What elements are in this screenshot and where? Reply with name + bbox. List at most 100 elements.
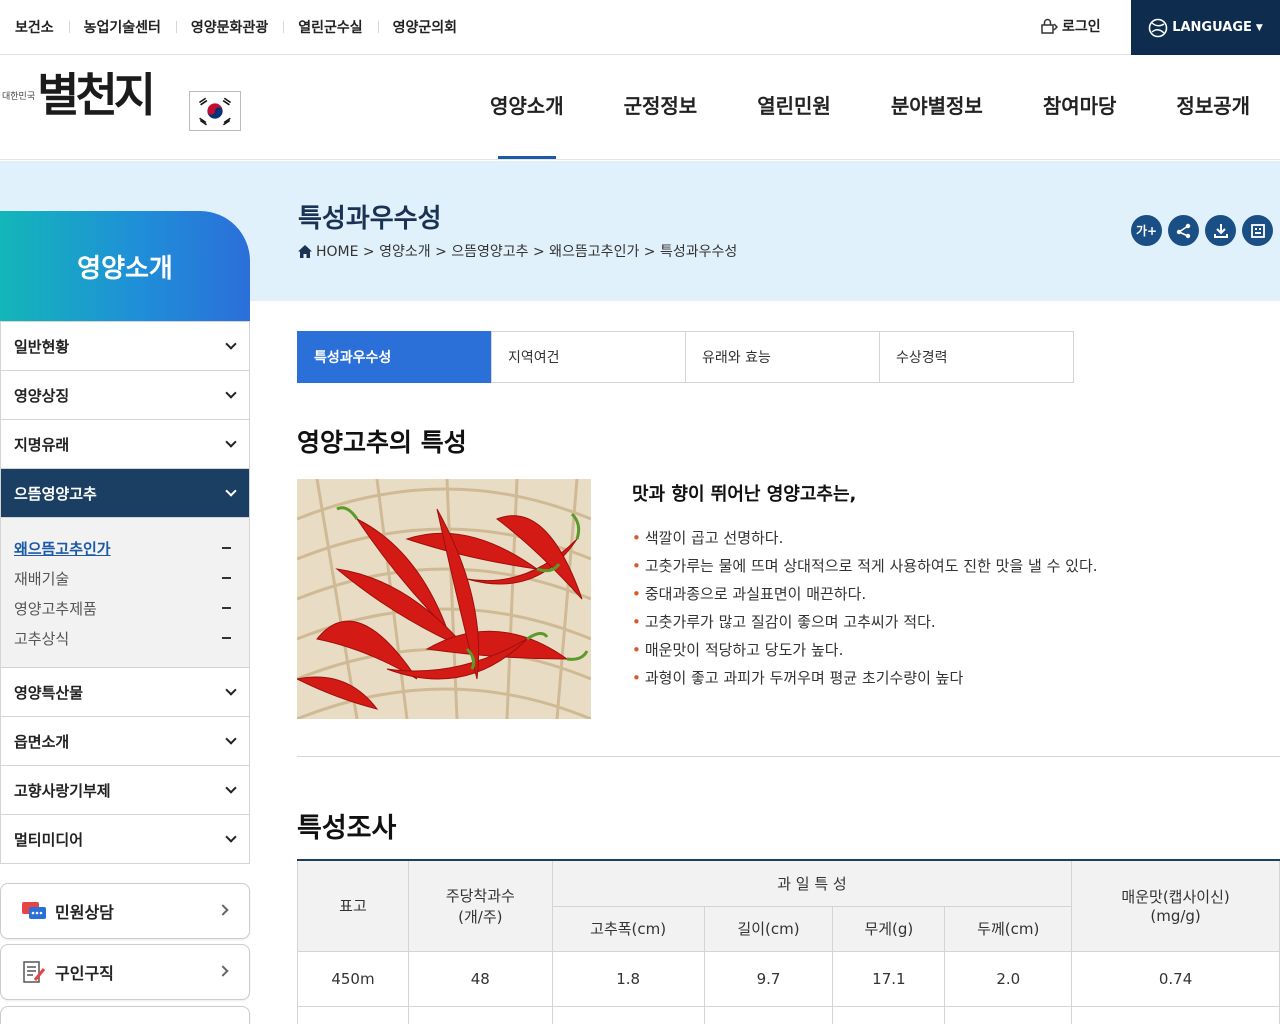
download-icon[interactable] (1205, 215, 1236, 246)
side-item-multimedia[interactable]: 멀티미디어 (1, 814, 249, 863)
breadcrumb-text[interactable]: HOME > 영양소개 > 으뜸영양고추 > 왜으뜸고추인가 > 특성과우수성 (316, 241, 737, 261)
chevron-down-icon (225, 733, 237, 745)
minus-icon (222, 547, 231, 549)
side-item-pepper[interactable]: 으뜸영양고추 (1, 468, 249, 517)
share-icon[interactable] (1168, 215, 1199, 246)
chevron-down-icon (225, 782, 237, 794)
side-submenu: 왜으뜸고추인가 재배기술 영양고추제품 고추상식 (1, 517, 249, 667)
chevron-down-icon (225, 831, 237, 843)
chevron-down-icon (225, 338, 237, 350)
font-size-button[interactable]: 가+ (1131, 215, 1162, 246)
gnb-participation[interactable]: 참여마당 (1013, 56, 1147, 159)
gnb-county-info[interactable]: 군정정보 (594, 56, 728, 159)
cell-fruits: 48 (407, 950, 553, 1007)
quick-jobs[interactable]: 구인구직 (0, 944, 250, 1000)
side-item-label: 지명유래 (14, 435, 70, 454)
cell-width: 1.8 (551, 950, 705, 1007)
language-button[interactable]: LANGUAGE ▼ (1131, 0, 1280, 55)
cell-weight: 17.1 (832, 950, 946, 1007)
sub-item-label: 왜으뜸고추인가 (14, 539, 111, 558)
list-item: 고춧가루가 많고 질감이 좋으며 고추씨가 적다. (632, 612, 1098, 640)
family-site-links: 보건소 농업기술센터 영양문화관광 열린군수실 영양군의회 (15, 0, 472, 54)
chevron-down-icon (225, 387, 237, 399)
minus-icon (222, 607, 231, 609)
minus-icon (222, 577, 231, 579)
gnb-info-disclosure[interactable]: 정보공개 (1146, 56, 1280, 159)
home-icon (298, 244, 312, 258)
lead-text: 맛과 향이 뛰어난 영양고추는, (632, 484, 857, 505)
header-fruit-characteristics: 과 일 특 성 (551, 859, 1073, 907)
tab-awards[interactable]: 수상경력 (879, 331, 1074, 383)
cell-length: 9.7 (703, 950, 834, 1007)
page-title: 특성과우수성 (298, 204, 442, 234)
quick-civil-consult[interactable]: 민원상담 (0, 883, 250, 939)
link-agri-center[interactable]: 농업기술센터 (68, 17, 176, 37)
quick-label: 민원상담 (55, 903, 114, 922)
header-elevation: 표고 (297, 859, 409, 952)
chevron-down-icon (225, 485, 237, 497)
side-item-hometown-donation[interactable]: 고향사랑기부제 (1, 765, 249, 814)
tab-origin-efficacy[interactable]: 유래와 효능 (685, 331, 880, 383)
side-item-label: 읍면소개 (14, 732, 70, 751)
cell-pungency: 0.74 (1071, 950, 1280, 1007)
site-logo[interactable]: 대한민국 별천지 (2, 72, 156, 118)
red-pepper-photo (297, 479, 591, 719)
sub-item-products[interactable]: 영양고추제품 (1, 593, 249, 623)
side-item-place-name[interactable]: 지명유래 (1, 419, 249, 468)
list-item: 고춧가루는 물에 뜨며 상대적으로 적게 사용하여도 진한 맛을 낼 수 있다. (632, 556, 1098, 584)
list-item: 과형이 좋고 과피가 두꺼우며 평균 초기수량이 높다 (632, 668, 1098, 696)
characteristics-list: 색깔이 곱고 선명하다. 고춧가루는 물에 뜨며 상대적으로 적게 사용하여도 … (632, 528, 1098, 696)
site-header: 대한민국 별천지 영양소개 군정정보 열린민원 분야별정보 참여마당 정보공개 (0, 56, 1280, 160)
list-item: 매운맛이 적당하고 당도가 높다. (632, 640, 1098, 668)
login-label: 로그인 (1062, 19, 1101, 35)
section-divider (297, 756, 1280, 757)
link-governor-office[interactable]: 열린군수실 (283, 17, 377, 37)
header-fruits-per-plant: 주당착과수 (개/주) (407, 859, 553, 952)
sub-item-label: 재배기술 (14, 569, 70, 588)
sub-item-label: 영양고추제품 (14, 599, 97, 618)
chevron-down-icon (225, 684, 237, 696)
gnb-field-info[interactable]: 분야별정보 (861, 56, 1013, 159)
side-item-specialties[interactable]: 영양특산물 (1, 667, 249, 716)
side-item-overview[interactable]: 일반현황 (1, 321, 249, 370)
content-tabs: 특성과우수성 지역여건 유래와 효능 수상경력 (297, 331, 1074, 383)
sub-item-pepper-facts[interactable]: 고추상식 (1, 623, 249, 653)
korea-flag-icon (189, 91, 241, 131)
characteristics-survey-table: 표고 주당착과수 (개/주) 과 일 특 성 매운맛(캡사이신) (mg/g) 고추… (297, 859, 1280, 1024)
header-pungency: 매운맛(캡사이신) (mg/g) (1071, 859, 1280, 952)
logo-small-text: 대한민국 (2, 91, 36, 102)
quick-more[interactable] (0, 1006, 250, 1024)
link-health-center[interactable]: 보건소 (15, 17, 69, 37)
side-item-label: 으뜸영양고추 (14, 484, 97, 503)
list-item: 중대과종으로 과실표면이 매끈하다. (632, 584, 1098, 612)
print-icon[interactable] (1242, 215, 1273, 246)
minus-icon (222, 637, 231, 639)
side-item-label: 영양상징 (14, 386, 70, 405)
login-button[interactable]: 로그인 (1040, 16, 1101, 36)
section-title-characteristics: 영양고추의 특성 (297, 428, 467, 457)
side-item-towns[interactable]: 읍면소개 (1, 716, 249, 765)
sub-item-cultivation[interactable]: 재배기술 (1, 563, 249, 593)
gnb-civil-service[interactable]: 열린민원 (727, 56, 861, 159)
side-item-label: 영양특산물 (14, 683, 84, 702)
chevron-right-icon (217, 965, 229, 977)
globe-icon (1148, 18, 1168, 37)
sub-item-why-pepper[interactable]: 왜으뜸고추인가 (1, 533, 249, 563)
document-pen-icon (23, 961, 46, 983)
list-item: 색깔이 곱고 선명하다. (632, 528, 1098, 556)
link-county-council[interactable]: 영양군의회 (377, 17, 472, 37)
lock-icon (1041, 18, 1058, 34)
tab-characteristics[interactable]: 특성과우수성 (297, 331, 492, 383)
header-weight: 무게(g) (832, 905, 946, 952)
section-title-survey: 특성조사 (297, 813, 397, 844)
gnb-intro[interactable]: 영양소개 (460, 56, 594, 159)
sub-item-label: 고추상식 (14, 629, 70, 648)
header-thickness: 두께(cm) (944, 905, 1073, 952)
link-tourism[interactable]: 영양문화관광 (175, 17, 283, 37)
side-item-symbols[interactable]: 영양상징 (1, 370, 249, 419)
caret-down-icon: ▼ (1255, 22, 1263, 33)
cell-thickness: 2.0 (944, 950, 1073, 1007)
tab-regional-conditions[interactable]: 지역여건 (491, 331, 686, 383)
page-tools: 가+ (1131, 215, 1273, 246)
side-item-label: 멀티미디어 (14, 830, 84, 849)
